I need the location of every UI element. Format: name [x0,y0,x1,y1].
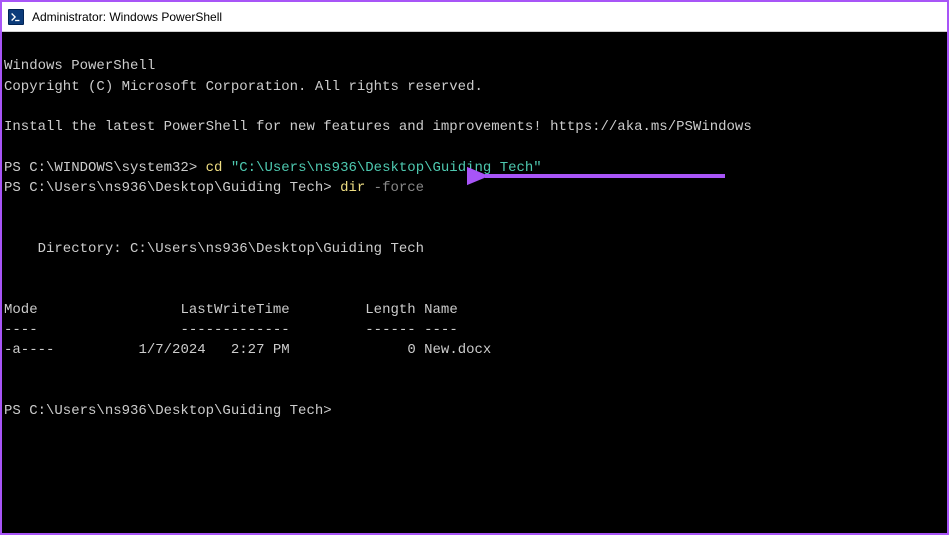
copyright-line: Copyright (C) Microsoft Corporation. All… [4,79,483,95]
banner-line: Windows PowerShell [4,58,155,74]
prompt-2: PS C:\Users\ns936\Desktop\Guiding Tech> [4,180,340,196]
command-line-1: PS C:\WINDOWS\system32> cd "C:\Users\ns9… [4,160,542,176]
cell-time: 2:27 PM [231,342,290,358]
prompt-1: PS C:\WINDOWS\system32> [4,160,206,176]
window-title: Administrator: Windows PowerShell [32,10,222,24]
cd-path-arg: "C:\Users\ns936\Desktop\Guiding Tech" [231,160,542,176]
command-line-2: PS C:\Users\ns936\Desktop\Guiding Tech> … [4,180,424,196]
cell-date: 1/7/2024 [138,342,205,358]
cmd-cd: cd [206,160,231,176]
titlebar[interactable]: Administrator: Windows PowerShell [2,2,947,32]
install-hint: Install the latest PowerShell for new fe… [4,119,752,135]
powershell-icon [8,9,24,25]
prompt-3[interactable]: PS C:\Users\ns936\Desktop\Guiding Tech> [4,403,332,419]
cmd-dir: dir [340,180,374,196]
table-header: Mode LastWriteTime Length Name [4,302,458,318]
directory-header: Directory: C:\Users\ns936\Desktop\Guidin… [4,241,424,257]
table-row: -a---- 1/7/2024 2:27 PM 0 New.docx [4,342,491,358]
param-force: -force [374,180,424,196]
terminal-area[interactable]: Windows PowerShell Copyright (C) Microso… [2,32,947,533]
col-lastwritetime: LastWriteTime [180,302,289,318]
table-separator: ---- ------------- ------ ---- [4,322,458,338]
powershell-window: Administrator: Windows PowerShell Window… [2,2,947,533]
cell-name: New.docx [424,342,491,358]
col-length: Length [365,302,415,318]
col-mode: Mode [4,302,38,318]
cell-mode: -a---- [4,342,54,358]
col-name: Name [424,302,458,318]
cell-length: 0 [407,342,415,358]
